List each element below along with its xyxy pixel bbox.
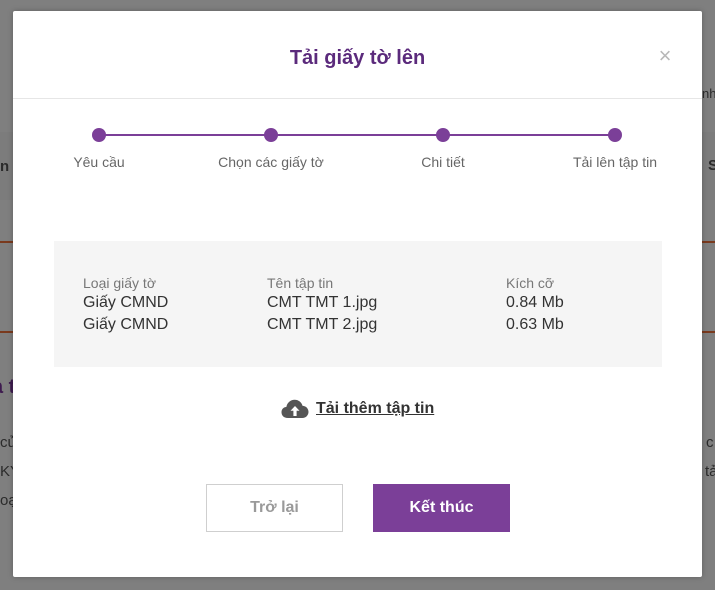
uploaded-files-table: Loại giấy tờ Giấy CMND Giấy CMND Tên tập… — [54, 241, 662, 367]
column-header-file-name: Tên tập tin — [267, 275, 334, 291]
column-header-file-size: Kích cỡ — [506, 275, 555, 291]
background-text: tả — [705, 463, 715, 480]
background-text: n — [0, 158, 10, 175]
column-file-size: Kích cỡ 0.84 Mb 0.63 Mb — [506, 274, 564, 336]
table-cell-file-name: CMT TMT 1.jpg — [267, 294, 378, 311]
finish-button[interactable]: Kết thúc — [373, 484, 510, 532]
table-cell-file-name: CMT TMT 2.jpg — [267, 316, 378, 333]
background-text: S — [708, 157, 715, 174]
step-dot-request — [92, 128, 106, 142]
table-cell-document-type: Giấy CMND — [83, 294, 169, 311]
modal-title: Tải giấy tờ lên — [289, 47, 426, 69]
step-dot-upload-files — [608, 128, 622, 142]
step-dot-select-documents — [264, 128, 278, 142]
step-label-upload-files: Tải lên tập tin — [572, 154, 658, 170]
back-button[interactable]: Trở lại — [206, 484, 343, 532]
upload-documents-modal: Tải giấy tờ lên × Yêu cầu Chọn các giấy … — [13, 11, 702, 577]
column-file-name: Tên tập tin CMT TMT 1.jpg CMT TMT 2.jpg — [267, 274, 377, 336]
close-button[interactable]: × — [654, 45, 676, 67]
stepper-track — [99, 134, 616, 136]
table-cell-document-type: Giấy CMND — [83, 316, 169, 333]
background-text: c — [706, 434, 714, 451]
cloud-upload-icon[interactable] — [281, 398, 309, 420]
upload-more-link[interactable]: Tải thêm tập tin — [281, 397, 434, 421]
step-label-select-documents: Chọn các giấy tờ — [218, 154, 324, 170]
modal-header: Tải giấy tờ lên × — [13, 11, 702, 99]
column-document-type: Loại giấy tờ Giấy CMND Giấy CMND — [83, 274, 168, 336]
step-label-request: Yêu cầu — [73, 154, 125, 170]
table-cell-file-size: 0.63 Mb — [506, 316, 564, 333]
step-dot-details — [436, 128, 450, 142]
table-cell-file-size: 0.84 Mb — [506, 294, 564, 311]
close-icon[interactable]: × — [659, 43, 672, 68]
background-text: nh — [702, 86, 715, 101]
step-label-details: Chi tiết — [421, 154, 465, 170]
upload-more-label[interactable]: Tải thêm tập tin — [316, 400, 434, 418]
column-header-document-type: Loại giấy tờ — [83, 275, 157, 291]
